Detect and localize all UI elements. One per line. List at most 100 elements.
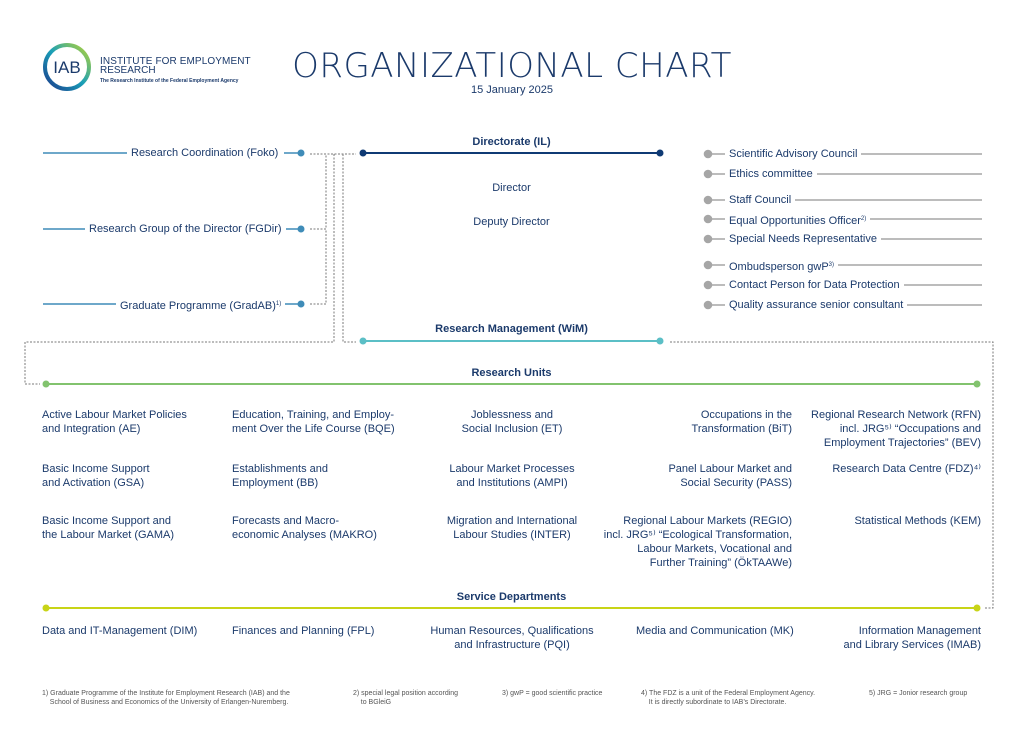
committee-label: Contact Person for Data Protection [729, 279, 900, 291]
text-line: the Labour Market (GAMA) [42, 529, 175, 541]
research-units-dot-right [973, 380, 981, 388]
footnote-marker: 2) [860, 216, 867, 222]
committee-item: Contact Person for Data Protection [725, 278, 904, 292]
deputy-director: Deputy Director [473, 216, 550, 228]
text-line: and Activation (GSA) [42, 477, 145, 489]
staff-dot-fgdir [297, 225, 305, 233]
text-line: Regional Research Network (RFN) [811, 409, 981, 421]
research-unit: Establishments and Employment (BB) [232, 462, 328, 490]
text-line: Media and Communication (MK) [636, 625, 794, 637]
committee-item: Quality assurance senior consultant [725, 298, 908, 312]
text-line: 5) JRG = Jonior research group [869, 690, 968, 697]
committee-item: Staff Council [725, 193, 796, 207]
text-line: Information Management [858, 625, 981, 637]
text-line: Social Inclusion (ET) [461, 423, 563, 435]
text-line: Human Resources, Qualifications [430, 625, 594, 637]
text-line: Data and IT-Management (DIM) [42, 625, 198, 637]
text-line: 1) Graduate Programme of the Institute f… [42, 690, 290, 697]
research-management-heading: Research Management (WiM) [435, 323, 588, 335]
text-line: Regional Labour Markets (REGIO) [623, 515, 792, 527]
service-departments-heading: Service Departments [456, 591, 567, 603]
text-line: Forecasts and Macro- [232, 515, 339, 527]
text-line: Labour Studies (INTER) [453, 529, 571, 541]
text-line: Transformation (BiT) [691, 423, 792, 435]
text-line: economic Analyses (MAKRO) [232, 529, 377, 541]
text-line: Education, Training, and Employ- [232, 409, 395, 421]
footnote: 2) special legal position according to B… [353, 689, 458, 707]
page-date: 15 January 2025 [471, 84, 553, 96]
committee-item: Special Needs Representative [725, 232, 881, 246]
dotted-connector-gradab [310, 229, 327, 305]
committee-label: Ombudsperson gwP [729, 261, 829, 273]
committee-item: Scientific Advisory Council [725, 147, 862, 161]
text-line: 2) special legal position according [353, 690, 459, 697]
committee-label: Scientific Advisory Council [729, 148, 858, 160]
research-unit: Active Labour Market Policies and Integra… [42, 408, 187, 436]
research-units-dot-left [42, 380, 50, 388]
text-line: Panel Labour Market and [668, 463, 792, 475]
research-unit: Basic Income Support and the Labour Marke… [42, 514, 174, 542]
research-unit: Regional Research Network (RFN) incl. JRG… [811, 408, 981, 450]
research-unit: Occupations in the Transformation (BiT) [692, 408, 792, 436]
committee-item: Ethics committee [725, 167, 817, 181]
text-line: incl. JRG⁵⁾ “Occupations and [839, 423, 981, 435]
staff-dot-foko [297, 149, 305, 157]
research-unit: Migration and International Labour Studie… [412, 514, 612, 542]
footnote: 5) JRG = Jonior research group [869, 689, 967, 698]
committee-label: Equal Opportunities Officer [729, 215, 861, 227]
text-line: It is directly subordinate to IAB’s Dire… [641, 699, 787, 706]
text-line: and Institutions (AMPI) [456, 477, 568, 489]
text-line: Establishments and [232, 463, 328, 475]
text-line: Active Labour Market Policies [42, 409, 187, 421]
text-line: Finances and Planning (FPL) [232, 625, 375, 637]
research-unit: Forecasts and Macro-economic Analyses (M… [232, 514, 377, 542]
committee-item: Ombudsperson gwP3) [725, 258, 839, 274]
research-unit: Panel Labour Market and Social Security (… [668, 462, 792, 490]
service-department: Finances and Planning (FPL) [232, 624, 374, 638]
page-title: ORGANIZATIONAL CHART [292, 46, 732, 86]
directorate-heading: Directorate (IL) [472, 136, 551, 148]
research-unit: Research Data Centre (FDZ)⁴⁾ [832, 462, 981, 476]
staff-dot-gradab [297, 300, 305, 308]
dotted-connector-wim-left [342, 154, 356, 343]
wim-dot-left [359, 337, 367, 345]
service-dot-left [42, 604, 50, 612]
text-line: Employment (BB) [232, 477, 319, 489]
text-line: and Infrastructure (PQI) [454, 639, 570, 651]
service-department: Media and Communication (MK) [636, 624, 794, 638]
text-line: Statistical Methods (KEM) [854, 515, 981, 527]
text-line: School of Business and Economics of the … [42, 699, 289, 706]
committee-label: Quality assurance senior consultant [729, 299, 904, 311]
wim-dot-right [656, 337, 664, 345]
footnote: 3) gwP = good scientific practice [502, 689, 602, 698]
committee-label: Special Needs Representative [729, 233, 877, 245]
text-line: Occupations in the [700, 409, 792, 421]
text-line: 3) gwP = good scientific practice [502, 690, 603, 697]
text-line: Social Security (PASS) [680, 477, 792, 489]
text-line: Migration and International [446, 515, 578, 527]
staff-unit-fgdir: Research Group of the Director (FGDir) [85, 222, 286, 236]
research-unit: Education, Training, and Employ-ment Ove… [232, 408, 395, 436]
service-dot-right [973, 604, 981, 612]
text-line: Labour Markets, Vocational and [637, 543, 792, 555]
service-department: Information Management and Library Servic… [843, 624, 981, 652]
text-line: Joblessness and [471, 409, 553, 421]
research-unit: Statistical Methods (KEM) [854, 514, 981, 528]
text-line: and Library Services (IMAB) [843, 639, 981, 651]
research-units-heading: Research Units [471, 367, 552, 379]
committee-label: Staff Council [729, 194, 792, 206]
research-unit: Labour Market Processes and Institutions … [412, 462, 612, 490]
text-line: Further Training” (ÖkTAAWe) [649, 557, 792, 569]
directorate-dot-right [656, 149, 664, 157]
footnote: 1) Graduate Programme of the Institute f… [42, 689, 290, 707]
text-line: to BGleiG [353, 699, 392, 706]
footnote-marker: 3) [828, 262, 835, 268]
research-unit: Joblessness and Social Inclusion (ET) [412, 408, 612, 436]
dotted-connector-fgdir [310, 154, 327, 230]
text-line: Basic Income Support [42, 463, 150, 475]
research-unit: Basic Income Support and Activation (GSA) [42, 462, 150, 490]
text-line: Employment Trajectories” (BEV) [823, 437, 981, 449]
text-line: 4) The FDZ is a unit of the Federal Empl… [641, 690, 816, 697]
text-line: Labour Market Processes [449, 463, 575, 475]
service-department: Human Resources, Qualifications and Infra… [412, 624, 612, 652]
